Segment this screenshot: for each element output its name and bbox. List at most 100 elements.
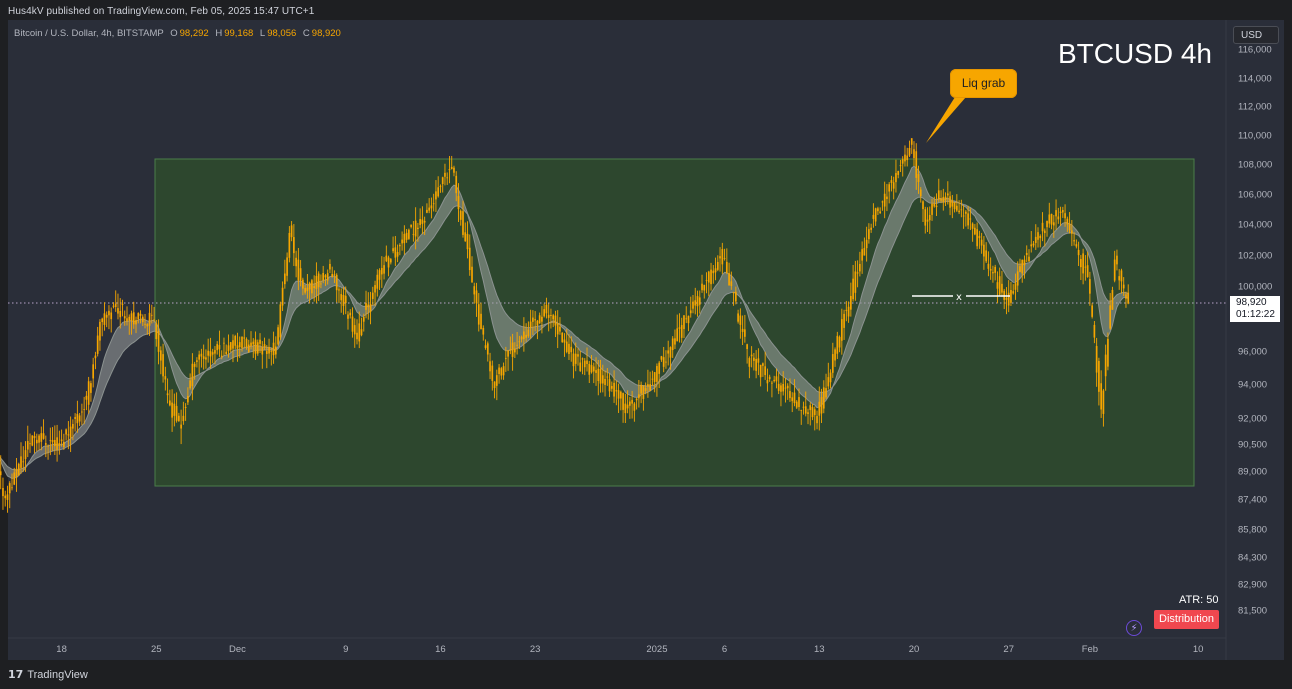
candle-body [367, 304, 370, 308]
candle-body [1100, 383, 1103, 410]
candle-body [563, 339, 566, 343]
candle-body [807, 412, 809, 414]
candle-body [1052, 222, 1055, 226]
candle-body [523, 331, 525, 340]
candle-body [408, 229, 410, 239]
candle-body [825, 388, 827, 398]
candle-body [606, 376, 609, 378]
tradingview-logo-icon: 17 [8, 668, 24, 681]
y-tick-label: 108,000 [1238, 160, 1272, 171]
candle-body [67, 434, 70, 436]
candle-body [561, 332, 564, 343]
candle-body [473, 286, 476, 295]
candle-body [135, 320, 137, 325]
candle-body [992, 272, 994, 274]
candle-body [1122, 284, 1125, 289]
candle-body [268, 347, 270, 354]
candle-body [662, 357, 665, 367]
chart-canvas[interactable]: x 116,000114,000112,000110,000108,000106… [0, 0, 1292, 689]
lightning-icon[interactable]: ⚡ [1126, 620, 1142, 636]
candle-body [349, 312, 352, 316]
candle-body [1073, 240, 1075, 242]
x-tick-label: 23 [530, 644, 541, 655]
candle-body [178, 415, 180, 421]
distribution-badge[interactable]: Distribution [1154, 610, 1220, 629]
candle-body [155, 323, 158, 340]
candle-body [989, 268, 992, 271]
candle-body [410, 224, 412, 227]
x-tick-label: 20 [909, 644, 920, 655]
candle-body [173, 403, 176, 416]
candle-body [511, 342, 514, 357]
candle-body [148, 312, 151, 326]
candle-body [685, 318, 688, 320]
candle-body [725, 261, 728, 273]
candle-body [852, 278, 854, 300]
candle-body [782, 383, 785, 392]
candle-body [804, 406, 807, 414]
candle-body [759, 364, 762, 378]
candle-body [800, 410, 803, 411]
candle-body [1034, 236, 1037, 243]
candle-body [574, 353, 577, 364]
candle-body [252, 341, 255, 345]
candle-body [322, 272, 325, 281]
candle-body [1059, 211, 1062, 213]
candle-body [626, 404, 629, 409]
candle-body [656, 366, 658, 382]
candle-body [669, 347, 672, 358]
candle-body [313, 286, 316, 289]
candle-body [1064, 213, 1066, 219]
candle-body [547, 314, 550, 318]
candle-body [509, 349, 512, 350]
x-tick-label: 10 [1193, 644, 1204, 655]
candle-body [525, 334, 527, 338]
candle-body [946, 193, 949, 196]
candle-body [601, 375, 604, 384]
candle-body [712, 270, 715, 274]
tradingview-footer[interactable]: 17 TradingView [8, 668, 88, 681]
candle-body [570, 346, 573, 353]
y-tick-label: 102,000 [1238, 251, 1272, 262]
candle-body [820, 397, 823, 414]
range-box [154, 158, 1195, 487]
candle-body [119, 311, 122, 318]
candle-body [462, 211, 464, 235]
candle-body [865, 239, 868, 249]
y-tick-label: 90,500 [1238, 440, 1267, 451]
candle-body [922, 201, 924, 210]
candle-body [293, 237, 295, 254]
candle-body [430, 205, 433, 209]
candle-body [613, 382, 615, 397]
candle-body [132, 312, 135, 325]
candle-body [674, 338, 676, 345]
candle-body [590, 365, 593, 373]
candle-body [1050, 213, 1053, 225]
candle-body [236, 345, 239, 349]
candle-body [935, 205, 938, 208]
candle-body [937, 190, 940, 200]
candle-body [951, 200, 954, 207]
liq-grab-callout[interactable]: Liq grab [950, 69, 1017, 98]
candle-body [667, 350, 670, 354]
candle-body [944, 196, 947, 201]
candle-body [890, 180, 893, 183]
candle-body [392, 248, 394, 252]
candle-body [915, 151, 918, 178]
symbol-legend[interactable]: Bitcoin / U.S. Dollar, 4h, BITSTAMP O 98,… [14, 28, 341, 39]
candle-body [1070, 230, 1073, 234]
candle-body [532, 317, 534, 322]
candle-body [60, 439, 63, 442]
candle-body [777, 383, 780, 391]
currency-button[interactable]: USD [1233, 26, 1279, 44]
candle-body [568, 343, 570, 354]
low-key: L [259, 28, 266, 39]
candle-body [953, 202, 956, 210]
candle-body [389, 259, 392, 263]
candle-body [863, 248, 866, 256]
candle-body [730, 281, 733, 286]
candle-body [311, 280, 313, 294]
candle-body [200, 353, 203, 357]
candle-body [182, 415, 185, 422]
candle-body [191, 363, 194, 387]
